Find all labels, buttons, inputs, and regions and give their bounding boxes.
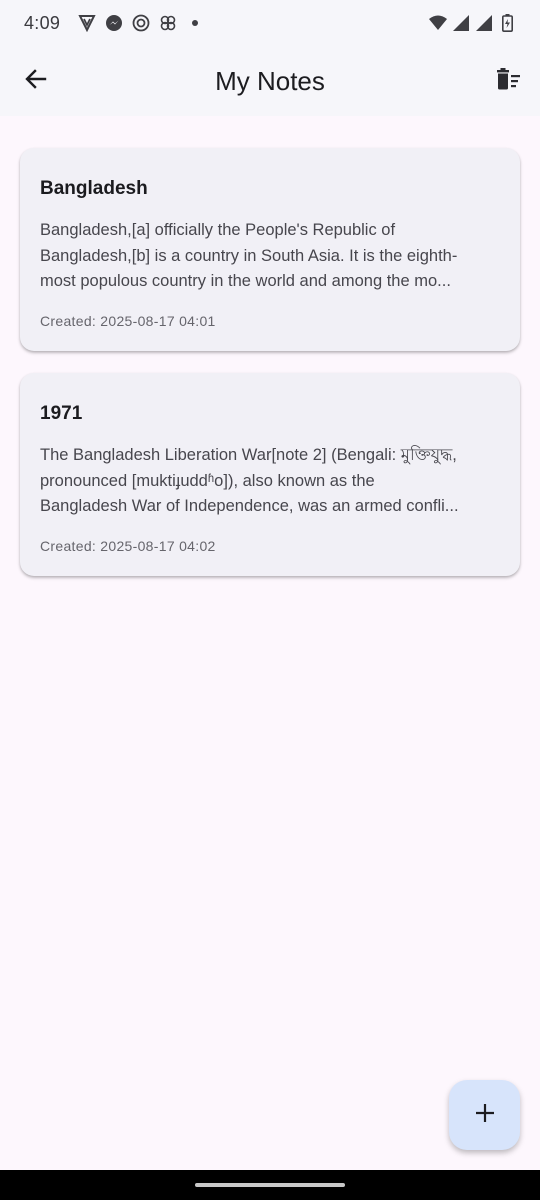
note-preview: Bangladesh,[a] officially the People's R… — [40, 218, 500, 294]
pinwheel-app-icon — [159, 14, 177, 32]
delete-all-button[interactable] — [490, 63, 526, 99]
battery-icon — [498, 14, 516, 32]
note-created-date: Created: 2025-08-17 04:01 — [40, 313, 216, 329]
camera-app-icon — [132, 14, 150, 32]
add-note-button[interactable] — [449, 1080, 520, 1150]
notes-list: Bangladesh Bangladesh,[a] officially the… — [20, 148, 520, 598]
home-gesture-handle[interactable] — [195, 1183, 345, 1187]
status-left: 4:09 — [24, 13, 204, 34]
note-preview-line: most populous country in the world and a… — [40, 272, 451, 290]
note-card[interactable]: 1971 The Bangladesh Liberation War[note … — [20, 373, 520, 576]
page-title: My Notes — [215, 66, 325, 96]
plus-icon — [474, 1102, 496, 1129]
app-bar: My Notes — [0, 46, 540, 116]
note-preview: The Bangladesh Liberation War[note 2] (B… — [40, 443, 500, 519]
wifi-icon — [429, 14, 447, 32]
note-created-date: Created: 2025-08-17 04:02 — [40, 538, 216, 554]
status-bar: 4:09 — [0, 0, 540, 46]
delete-sweep-icon — [495, 67, 521, 96]
note-preview-line: pronounced [muktiɟuddʱo]), also known as… — [40, 471, 375, 490]
messenger-icon — [105, 14, 123, 32]
status-notification-icons — [78, 14, 204, 32]
note-title: 1971 — [40, 403, 83, 424]
system-nav-bar — [0, 1170, 540, 1200]
note-preview-line: Bangladesh War of Independence, was an a… — [40, 497, 459, 515]
notification-dot — [186, 14, 204, 32]
note-title: Bangladesh — [40, 178, 148, 199]
shield-app-icon — [78, 14, 96, 32]
signal-icon — [475, 14, 493, 32]
status-right — [429, 14, 516, 32]
note-preview-line: Bangladesh,[a] officially the People's R… — [40, 221, 396, 239]
note-card[interactable]: Bangladesh Bangladesh,[a] officially the… — [20, 148, 520, 351]
status-time: 4:09 — [24, 12, 61, 33]
note-preview-line: The Bangladesh Liberation War[note 2] (B… — [40, 446, 457, 464]
signal-icon — [452, 14, 470, 32]
note-preview-line: Bangladesh,[b] is a country in South Asi… — [40, 246, 458, 265]
